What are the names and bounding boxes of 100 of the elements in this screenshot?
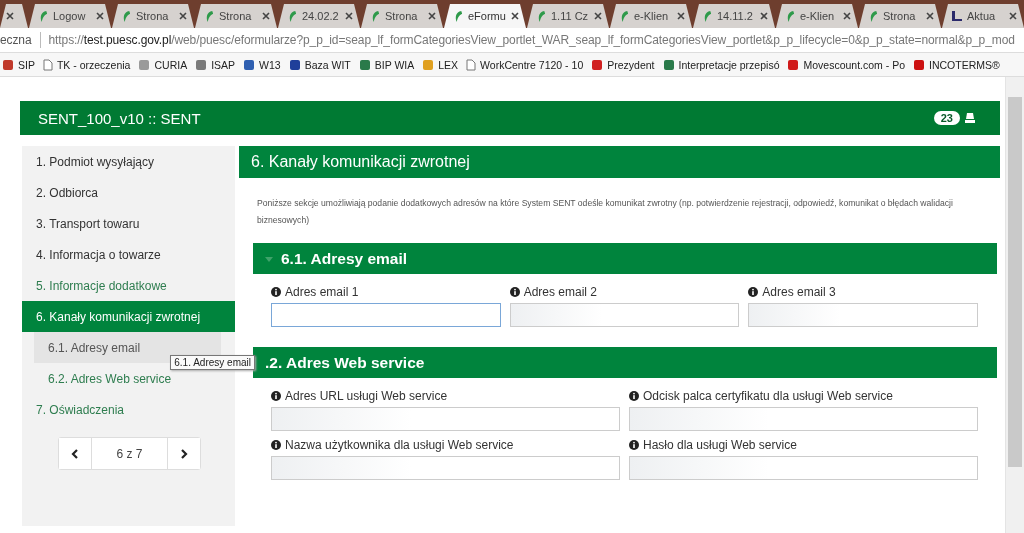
- tab-title: e-Klien: [634, 10, 670, 22]
- subsection-heading[interactable]: 6.1. Adresy email: [253, 243, 997, 274]
- close-icon[interactable]: [677, 12, 685, 20]
- nav-item[interactable]: 5. Informacje dodatkowe: [22, 270, 235, 301]
- field-label: Adres email 2: [523, 285, 598, 299]
- nav-item[interactable]: 3. Transport towaru: [22, 208, 235, 239]
- bookmark[interactable]: ISAP: [195, 58, 236, 71]
- field-label: Hasło dla usługi Web service: [643, 438, 797, 452]
- nav-item[interactable]: 2. Odbiorca: [22, 177, 235, 208]
- chevron-left-icon: [71, 448, 79, 459]
- url-scheme: https://: [48, 33, 84, 47]
- subsection-title: 6.1. Adresy email: [281, 249, 408, 268]
- info-icon[interactable]: [271, 391, 281, 401]
- nav-item[interactable]: 1. Podmiot wysyłający: [22, 146, 235, 177]
- leaf-icon: [204, 9, 215, 23]
- text-field[interactable]: [748, 303, 978, 327]
- nav-item[interactable]: 4. Informacja o towarze: [22, 239, 235, 270]
- info-icon[interactable]: [629, 391, 639, 401]
- info-icon[interactable]: [271, 287, 281, 297]
- inbox-icon[interactable]: [964, 112, 976, 124]
- close-icon[interactable]: [262, 12, 270, 20]
- bookmark[interactable]: Prezydent: [591, 58, 655, 71]
- leaf-icon: [453, 9, 464, 23]
- leaf-icon: [619, 9, 630, 23]
- page-icon: [42, 58, 53, 71]
- browser-tab[interactable]: 1.11 Cz: [527, 4, 609, 28]
- browser-tab[interactable]: Aktua: [942, 4, 1024, 28]
- bookmark[interactable]: LEX: [422, 58, 459, 71]
- bookmark[interactable]: INCOTERMS®: [913, 58, 1000, 71]
- section-heading: 6. Kanały komunikacji zwrotnej: [239, 146, 1000, 178]
- text-field[interactable]: [629, 456, 978, 480]
- logo-icon: [787, 58, 800, 71]
- bookmark[interactable]: TK - orzeczenia: [42, 58, 131, 71]
- close-icon[interactable]: [96, 12, 104, 20]
- close-icon[interactable]: [760, 12, 768, 20]
- browser-tab[interactable]: 14.11.2: [693, 4, 775, 28]
- scrollbar[interactable]: [1005, 77, 1024, 533]
- logo-icon: [195, 58, 208, 71]
- logo-icon: [2, 58, 14, 71]
- bookmark[interactable]: Interpretacje przepisó: [662, 58, 780, 71]
- browser-tab[interactable]: e-Klien: [610, 4, 692, 28]
- close-icon[interactable]: [179, 12, 187, 20]
- chevron-right-icon: [180, 448, 188, 459]
- close-icon[interactable]: [345, 12, 353, 20]
- close-icon[interactable]: [843, 12, 851, 20]
- bookmark[interactable]: W13: [243, 58, 281, 71]
- leaf-icon: [287, 9, 298, 23]
- logo-icon: [422, 58, 435, 71]
- bookmark[interactable]: Movescount.com - Po: [787, 58, 906, 71]
- tab-title: eFormu: [468, 10, 507, 22]
- logo-icon: [138, 58, 151, 71]
- info-icon[interactable]: [629, 440, 639, 450]
- browser-tab[interactable]: Strona: [112, 4, 194, 28]
- tab-title: 14.11.2: [717, 10, 754, 22]
- corner-logo-icon: [951, 10, 963, 22]
- browser-tab[interactable]: e-Klien: [776, 4, 858, 28]
- info-icon[interactable]: [271, 440, 281, 450]
- logo-icon: [243, 58, 256, 71]
- logo-icon: [288, 58, 301, 71]
- bookmark[interactable]: SIP: [2, 58, 35, 71]
- url-path: /web/puesc/eformularze?p_p_id=seap_lf_formCategoriesView_portlet_WAR_seap_lf_formCategoriesView_portlet&p_p_lifecycle=0&p_p_state=normal&p_p_mod: [171, 33, 1015, 47]
- browser-tab[interactable]: Logow: [29, 4, 111, 28]
- text-field[interactable]: [271, 303, 501, 327]
- url-host: test.puesc.gov.pl: [83, 33, 172, 47]
- text-field[interactable]: [509, 303, 740, 327]
- text-field[interactable]: [271, 456, 620, 480]
- browser-tab[interactable]: Strona: [195, 4, 277, 28]
- browser-tab[interactable]: 24.02.2: [278, 4, 360, 28]
- logo-icon: [662, 58, 675, 71]
- field-label: Odcisk palca certyfikatu dla usługi Web service: [643, 389, 893, 403]
- bookmark[interactable]: WorkCentre 7120 - 10: [466, 58, 584, 71]
- leaf-icon: [121, 9, 132, 23]
- browser-tab[interactable]: eFormu: [444, 4, 526, 28]
- tab-title: Strona: [385, 10, 419, 22]
- browser-tab[interactable]: [0, 4, 28, 28]
- form-title: SENT_100_v10 :: SENT: [38, 109, 202, 127]
- close-icon[interactable]: [6, 12, 14, 20]
- scrollbar-thumb[interactable]: [1008, 97, 1022, 467]
- browser-tab[interactable]: Strona: [859, 4, 941, 28]
- info-icon[interactable]: [509, 287, 520, 297]
- text-field[interactable]: [271, 407, 620, 431]
- bookmark[interactable]: CURIA: [138, 58, 188, 71]
- close-icon[interactable]: [511, 12, 519, 20]
- bookmark[interactable]: BIP WIA: [358, 58, 415, 71]
- text-field[interactable]: [629, 407, 978, 431]
- info-icon[interactable]: [748, 287, 759, 297]
- close-icon[interactable]: [1009, 12, 1017, 20]
- browser-tab[interactable]: Strona: [361, 4, 443, 28]
- subsection-heading[interactable]: .2. Adres Web service: [253, 347, 997, 378]
- logo-icon: [913, 58, 926, 71]
- tab-title: 24.02.2: [302, 10, 340, 22]
- subsection-title: .2. Adres Web service: [265, 353, 425, 372]
- nav-item[interactable]: 6. Kanały komunikacji zwrotnej: [22, 301, 235, 332]
- close-icon[interactable]: [428, 12, 436, 20]
- close-icon[interactable]: [926, 12, 934, 20]
- logo-icon: [591, 58, 604, 71]
- bookmark[interactable]: Baza WIT: [288, 58, 351, 71]
- nav-item[interactable]: 7. Oświadczenia: [22, 394, 235, 425]
- field-label: Adres email 3: [762, 285, 836, 299]
- close-icon[interactable]: [594, 12, 602, 20]
